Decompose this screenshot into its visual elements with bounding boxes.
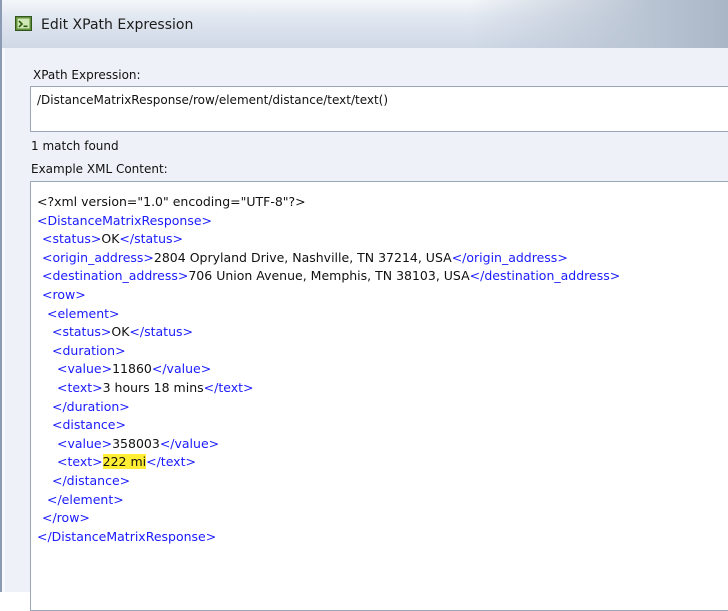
xml-line: <origin_address>2804 Opryland Drive, Nas…: [37, 249, 620, 268]
xml-match-highlight: 222 mi: [102, 454, 147, 470]
xml-text: OK: [101, 231, 120, 247]
xml-tag: </status>: [129, 324, 193, 340]
xml-content-area[interactable]: <?xml version="1.0" encoding="UTF-8"?> <D…: [30, 181, 728, 611]
xml-tag: <value>: [57, 361, 113, 377]
xml-line: </DistanceMatrixResponse>: [37, 528, 620, 547]
xml-line: </row>: [37, 509, 620, 528]
xml-line: <destination_address>706 Union Avenue, M…: [37, 267, 620, 286]
xml-tag: <value>: [57, 435, 113, 451]
xml-line: </distance>: [37, 472, 620, 491]
xml-tag: </distance>: [52, 472, 131, 488]
xml-text: 358003: [112, 435, 160, 451]
xpath-expression-input[interactable]: /DistanceMatrixResponse/row/element/dist…: [30, 86, 728, 132]
xml-tag: </DistanceMatrixResponse>: [37, 528, 217, 544]
xml-line: <text>3 hours 18 mins</text>: [37, 379, 620, 398]
xml-tag: </status>: [119, 231, 183, 247]
xml-tag: <status>: [42, 231, 102, 247]
xml-tag: <origin_address>: [42, 249, 154, 265]
xml-tag: <distance>: [52, 417, 126, 433]
xpath-expression-value: /DistanceMatrixResponse/row/element/dist…: [37, 93, 389, 107]
xpath-app-icon: [15, 16, 32, 31]
xml-tag: <element>: [47, 305, 120, 321]
title-bar[interactable]: Edit XPath Expression: [2, 0, 728, 49]
xml-line: <?xml version="1.0" encoding="UTF-8"?>: [37, 193, 620, 212]
xml-line: <DistanceMatrixResponse>: [37, 212, 620, 231]
xml-line: <value>358003</value>: [37, 435, 620, 454]
xml-tag: <DistanceMatrixResponse>: [37, 212, 212, 228]
xml-line: <row>: [37, 286, 620, 305]
xml-text: 706 Union Avenue, Memphis, TN 38103, USA: [188, 268, 470, 284]
xml-line: <element>: [37, 305, 620, 324]
xml-line: </duration>: [37, 398, 620, 417]
xml-tag: </origin_address>: [451, 249, 568, 265]
xml-text: OK: [111, 324, 130, 340]
xml-tag: </element>: [47, 491, 124, 507]
xml-tag: </value>: [151, 361, 212, 377]
xml-tag: <text>: [57, 379, 103, 395]
xml-tag: </text>: [146, 454, 196, 470]
edit-xpath-dialog: Edit XPath Expression XPath Expression: …: [0, 0, 728, 611]
xml-tag: </value>: [159, 435, 220, 451]
xml-text: 3 hours 18 mins: [102, 379, 204, 395]
xml-line: <text>222 mi</text>: [37, 453, 620, 472]
xml-tag: <row>: [42, 286, 86, 302]
xml-text: <?xml version="1.0" encoding="UTF-8"?>: [37, 194, 306, 209]
xml-tag: </duration>: [52, 398, 130, 414]
match-status: 1 match found: [31, 139, 119, 153]
xml-content-label: Example XML Content:: [31, 162, 168, 176]
xml-tag: </row>: [42, 510, 90, 526]
xml-tag: <status>: [52, 324, 112, 340]
xml-lines: <?xml version="1.0" encoding="UTF-8"?> <D…: [37, 193, 620, 546]
xml-tag: <destination_address>: [42, 268, 189, 284]
xml-line: <status>OK</status>: [37, 230, 620, 249]
xml-tag: <duration>: [52, 342, 126, 358]
window-title: Edit XPath Expression: [41, 17, 194, 33]
xml-text: 2804 Opryland Drive, Nashville, TN 37214…: [153, 249, 452, 265]
xml-line: <duration>: [37, 342, 620, 361]
xpath-label: XPath Expression:: [33, 68, 141, 82]
xml-line: <value>11860</value>: [37, 360, 620, 379]
xml-line: </element>: [37, 491, 620, 510]
xml-tag: </text>: [203, 379, 254, 395]
xml-text: 11860: [112, 361, 152, 377]
xml-tag: </destination_address>: [469, 268, 621, 284]
xml-line: <distance>: [37, 416, 620, 435]
xml-tag: <text>: [57, 454, 103, 470]
xml-line: <status>OK</status>: [37, 323, 620, 342]
